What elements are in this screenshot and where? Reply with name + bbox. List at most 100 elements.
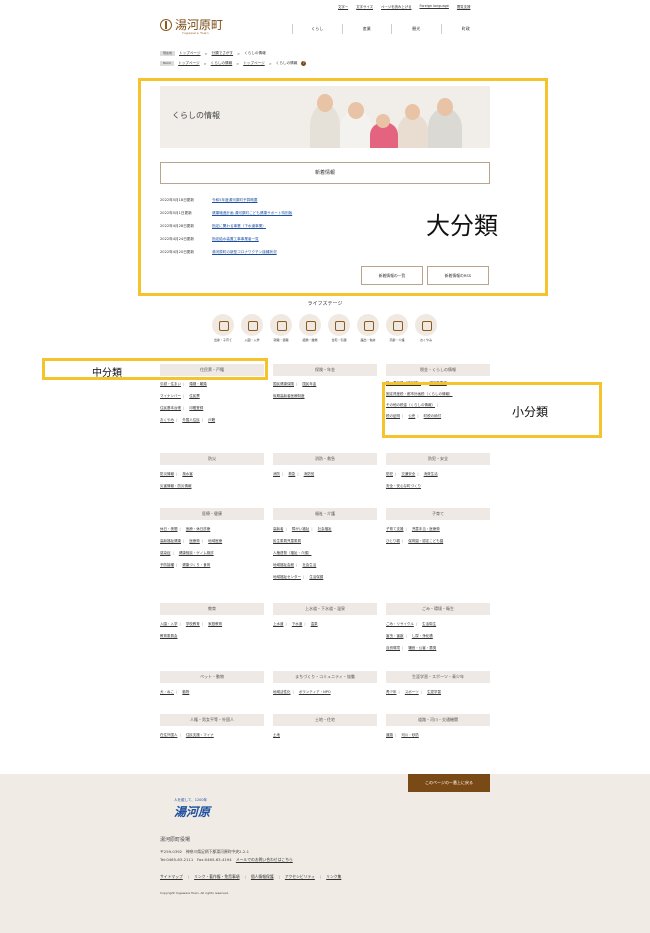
- category-head[interactable]: 福祉・介護: [273, 508, 377, 520]
- category-link[interactable]: 婚姻・離婚: [189, 382, 207, 386]
- category-link[interactable]: 社会生活: [302, 563, 316, 567]
- category-link[interactable]: 上水道: [273, 622, 284, 626]
- category-link[interactable]: 生活保護: [309, 575, 323, 579]
- gnav-kanko[interactable]: 観光: [391, 24, 441, 34]
- category-link[interactable]: 犬・ねこ: [160, 690, 174, 694]
- category-link[interactable]: 子育て支援: [386, 527, 404, 531]
- category-link[interactable]: 青少年: [386, 690, 397, 694]
- footer-link-privacy[interactable]: 個人情報保護: [251, 874, 274, 880]
- category-link[interactable]: 地域活性化: [273, 690, 291, 694]
- category-link[interactable]: 消費生活: [424, 472, 438, 476]
- breadcrumb-link[interactable]: くらしの情報: [211, 61, 233, 66]
- back-to-top-button[interactable]: このページの一番上に戻る: [408, 774, 490, 792]
- category-link[interactable]: 民生委員児童委員: [273, 539, 301, 543]
- util-link-text-size[interactable]: 文字一: [338, 4, 348, 9]
- category-link[interactable]: 土地: [273, 733, 280, 737]
- life-stage-item[interactable]: 結婚・離婚: [298, 314, 322, 342]
- news-rss-button[interactable]: 新着情報のRSS: [427, 266, 489, 285]
- news-link[interactable]: 湯河原町の新型コロナワクチン接種状況: [212, 250, 277, 255]
- category-link[interactable]: 地域福祉センター: [273, 575, 301, 579]
- category-link[interactable]: 後期高齢者医療制度: [273, 394, 305, 398]
- footer-mail-link[interactable]: メールでのお問い合わせはこちら: [236, 857, 293, 862]
- category-head[interactable]: 子育て: [386, 508, 490, 520]
- life-stage-item[interactable]: おくやみ: [414, 314, 438, 342]
- category-head[interactable]: 防災: [160, 453, 264, 465]
- category-link[interactable]: 安全・安心な町づくり: [386, 484, 421, 488]
- category-link[interactable]: 予防接種: [160, 563, 174, 567]
- category-link[interactable]: 外国人住民: [182, 418, 200, 422]
- category-link[interactable]: 温泉: [311, 622, 318, 626]
- category-head[interactable]: 道路・河川・交通機関: [386, 714, 490, 726]
- category-link[interactable]: 健康相談・ゲノム検診: [179, 551, 214, 555]
- category-head[interactable]: 医療・健康: [160, 508, 264, 520]
- category-link[interactable]: 医療・休日診療: [186, 527, 211, 531]
- category-head[interactable]: 教育: [160, 603, 264, 615]
- category-link[interactable]: 家庭教育: [208, 622, 222, 626]
- category-link[interactable]: 印鑑登録: [189, 406, 203, 410]
- category-link[interactable]: 河川・砂防: [401, 733, 419, 737]
- category-link[interactable]: 社会福祉: [318, 527, 332, 531]
- category-head[interactable]: 人権・男女平等・外国人: [160, 714, 264, 726]
- news-link[interactable]: 令和5年度湯河原町予算概要: [212, 198, 257, 203]
- category-link[interactable]: 引越・住まい: [160, 382, 181, 386]
- category-link[interactable]: 風水害: [182, 472, 193, 476]
- category-link[interactable]: 国民健康保険: [273, 382, 294, 386]
- category-head[interactable]: 税金・くらしの情報: [386, 364, 490, 376]
- news-link[interactable]: 指定に関わる事業（下水道事業）: [212, 224, 266, 229]
- category-link[interactable]: し尿・浄化槽: [412, 634, 433, 638]
- category-link[interactable]: 住民票: [189, 394, 200, 398]
- category-link[interactable]: 消防: [273, 472, 280, 476]
- life-stage-item[interactable]: 出産・子育て: [211, 314, 235, 342]
- category-head[interactable]: 消防・救急: [273, 453, 377, 465]
- category-link[interactable]: 生活衛生: [422, 622, 436, 626]
- category-link[interactable]: 国民年金: [302, 382, 316, 386]
- category-link[interactable]: 災害情報・防災情報: [160, 484, 192, 488]
- life-stage-item[interactable]: 入園・入学: [240, 314, 264, 342]
- category-link[interactable]: 防犯: [386, 472, 393, 476]
- category-link[interactable]: 下水道: [292, 622, 303, 626]
- news-link[interactable]: 健康増進計画 湯河原町こども健康サポート特別版: [212, 211, 292, 216]
- category-link[interactable]: 交通安全: [401, 472, 415, 476]
- category-link[interactable]: 保育園・認定こども園: [408, 539, 443, 543]
- category-link[interactable]: 害虫・害獣: [386, 634, 404, 638]
- category-head[interactable]: 保険・年金: [273, 364, 377, 376]
- news-link[interactable]: 指定給水装置工事事業者一覧: [212, 237, 259, 242]
- category-head[interactable]: まちづくり・コミュニティ・協働: [273, 671, 377, 683]
- category-link[interactable]: 道路: [386, 733, 393, 737]
- category-link[interactable]: 自然環境: [386, 646, 400, 650]
- category-link[interactable]: 感染症: [160, 551, 171, 555]
- category-link[interactable]: 防災情報: [160, 472, 174, 476]
- category-link[interactable]: 在住外国人: [160, 733, 178, 737]
- util-link-font[interactable]: 文字サイズ: [356, 4, 373, 9]
- category-link[interactable]: 生涯学習: [427, 690, 441, 694]
- category-link[interactable]: おくやみ: [160, 418, 174, 422]
- category-head[interactable]: 生涯学習・スポーツ・青少年: [386, 671, 490, 683]
- life-stage-item[interactable]: 高齢・介護: [385, 314, 409, 342]
- life-stage-item[interactable]: 届出・免許: [356, 314, 380, 342]
- category-head[interactable]: 土地・住宅: [273, 714, 377, 726]
- breadcrumb-link[interactable]: トップページ: [243, 61, 265, 66]
- category-link[interactable]: 高齢者: [273, 527, 284, 531]
- category-link[interactable]: 動物: [182, 690, 189, 694]
- category-link[interactable]: 住民支援・マイナ: [186, 733, 214, 737]
- category-link[interactable]: 人権啓発（福祉・介護）: [273, 551, 312, 555]
- category-head[interactable]: 上水道・下水道・温泉: [273, 603, 377, 615]
- category-link[interactable]: 入園・入学: [160, 622, 178, 626]
- gnav-kurashi[interactable]: くらし: [292, 24, 342, 34]
- category-link[interactable]: 学校教育: [186, 622, 200, 626]
- category-link[interactable]: 教育委員会: [160, 634, 178, 638]
- category-link[interactable]: 住民基本台帳: [160, 406, 181, 410]
- category-head[interactable]: ペット・動物: [160, 671, 264, 683]
- footer-link-sitemap[interactable]: サイトマップ: [160, 874, 183, 880]
- category-link[interactable]: 児童手当・医療費: [412, 527, 440, 531]
- breadcrumb-link[interactable]: トップページ: [179, 51, 201, 56]
- util-link-foreign-language[interactable]: Foreign language: [419, 4, 448, 9]
- footer-link-accessibility[interactable]: アクセシビリティ: [285, 874, 315, 880]
- help-icon[interactable]: ?: [301, 61, 307, 66]
- category-link[interactable]: 障がい福祉: [292, 527, 310, 531]
- category-link[interactable]: ひとり親: [386, 539, 400, 543]
- category-link[interactable]: 地域福祉会館: [273, 563, 294, 567]
- footer-link-links[interactable]: リンク集: [326, 874, 341, 880]
- news-list-button[interactable]: 新着情報の一覧: [361, 266, 423, 285]
- gnav-sangyo[interactable]: 産業: [341, 24, 392, 34]
